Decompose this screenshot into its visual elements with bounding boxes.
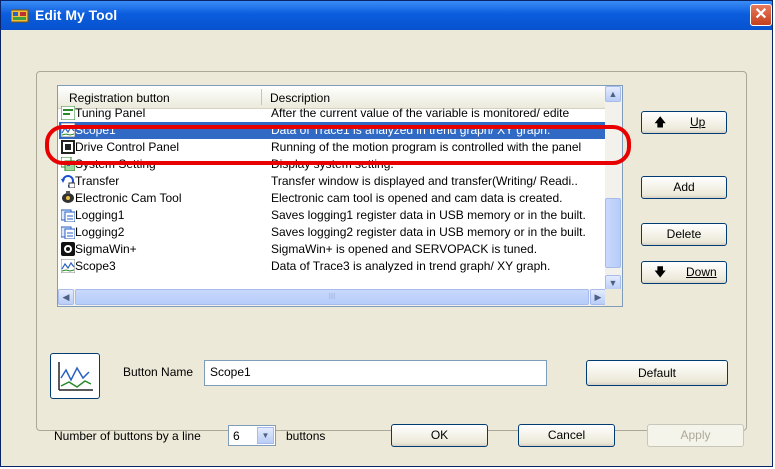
list-item[interactable]: SigmaWin+ SigmaWin+ is opened and SERVOP… <box>59 241 605 258</box>
delete-button[interactable]: Delete <box>641 223 727 246</box>
list-item[interactable]: Electronic Cam Tool Electronic cam tool … <box>59 190 605 207</box>
list-item-name: System Setting <box>75 157 156 171</box>
add-label: Add <box>673 180 695 194</box>
button-name-input[interactable]: Scope1 <box>204 360 547 386</box>
apply-button[interactable]: Apply <box>647 424 744 447</box>
horizontal-scrollbar[interactable]: ◀ III ▶ <box>58 289 606 306</box>
list-item-description: Saves logging2 register data in USB memo… <box>271 225 586 239</box>
chevron-down-icon: ▼ <box>261 431 270 440</box>
chevron-right-icon: ▶ <box>594 292 602 302</box>
list-item[interactable]: Logging2 Saves logging2 register data in… <box>59 224 605 241</box>
scope-icon <box>61 259 75 273</box>
vertical-scrollbar[interactable]: ▲ ▼ <box>605 86 622 291</box>
list-item-description: SigmaWin+ is opened and SERVOPACK is tun… <box>271 242 538 256</box>
down-label: Down <box>686 265 717 279</box>
down-button[interactable]: 🡇 Down <box>641 261 727 284</box>
scope-preview-icon <box>58 362 93 391</box>
cancel-button[interactable]: Cancel <box>518 424 615 447</box>
list-item[interactable]: Logging1 Saves logging1 register data in… <box>59 207 605 224</box>
up-button[interactable]: 🡅 Up <box>641 111 727 134</box>
list-item[interactable]: Transfer Transfer window is displayed an… <box>59 173 605 190</box>
button-name-value: Scope1 <box>210 365 251 379</box>
list-item-description: Display system setting. <box>271 157 394 171</box>
vertical-scroll-thumb[interactable] <box>605 198 621 268</box>
buttons-suffix-label: buttons <box>286 429 326 443</box>
list-item-description: Running of the motion program is control… <box>271 140 582 154</box>
cam-tool-icon <box>62 191 74 203</box>
delete-label: Delete <box>666 227 702 241</box>
system-setting-icon <box>61 157 75 171</box>
button-preview[interactable] <box>50 353 100 399</box>
buttons-per-line-select[interactable]: 6 ▼ <box>228 425 276 446</box>
scroll-right-button[interactable]: ▶ <box>590 289 606 305</box>
scroll-corner <box>605 289 622 306</box>
dialog-window: Edit My Tool ✕ Registration button Descr… <box>0 0 773 467</box>
chevron-up-icon: ▲ <box>608 89 618 99</box>
list-item[interactable]: System Setting Display system setting. <box>59 156 605 173</box>
dropdown-button[interactable]: ▼ <box>257 427 274 444</box>
list-item-name: Logging1 <box>75 208 125 222</box>
arrow-up-icon: 🡅 <box>654 115 667 129</box>
sigmawin-icon <box>61 242 75 256</box>
registration-list[interactable]: Registration button Description Tuning P… <box>57 85 623 307</box>
list-item-selected[interactable]: Scope1 Data of Trace1 is analyzed in tre… <box>59 122 605 139</box>
list-item-name: Scope1 <box>75 123 116 137</box>
list-item-name: Tuning Panel <box>75 106 146 120</box>
toolbox-icon <box>11 9 29 23</box>
list-item-description: Transfer window is displayed and transfe… <box>271 174 578 188</box>
list-item[interactable]: Scope3 Data of Trace3 is analyzed in tre… <box>59 258 605 275</box>
close-icon: ✕ <box>754 6 768 23</box>
logging-icon <box>61 226 75 239</box>
cancel-label: Cancel <box>547 428 586 442</box>
list-item-description: Saves logging1 register data in USB memo… <box>271 208 586 222</box>
column-header-description[interactable]: Description <box>270 91 330 105</box>
drive-control-icon <box>61 140 75 154</box>
up-label: Up <box>690 115 706 129</box>
list-item-description: Electronic cam tool is opened and cam da… <box>271 191 563 205</box>
close-button[interactable]: ✕ <box>750 4 772 26</box>
add-button[interactable]: Add <box>641 176 727 199</box>
list-item-name: Transfer <box>75 174 120 188</box>
tuning-panel-icon <box>61 106 75 120</box>
list-item-name: Drive Control Panel <box>75 140 180 154</box>
window-title: Edit My Tool <box>35 7 118 23</box>
ok-button[interactable]: OK <box>391 424 488 447</box>
chevron-left-icon: ◀ <box>62 292 70 302</box>
scroll-left-button[interactable]: ◀ <box>58 289 74 305</box>
default-label: Default <box>637 366 677 380</box>
list-item-name: SigmaWin+ <box>75 242 137 256</box>
list-item[interactable]: Tuning Panel After the current value of … <box>59 105 605 122</box>
list-item-description: Data of Trace3 is analyzed in trend grap… <box>271 259 551 273</box>
buttons-per-line-label: Number of buttons by a line <box>54 429 201 443</box>
apply-label: Apply <box>680 428 711 442</box>
scroll-up-button[interactable]: ▲ <box>605 86 621 102</box>
list-item-description: After the current value of the variable … <box>271 106 570 120</box>
title-bar[interactable]: Edit My Tool ✕ <box>1 1 772 30</box>
list-item-name: Scope3 <box>75 259 116 273</box>
list-item-description: Data of Trace1 is analyzed in trend grap… <box>271 123 551 137</box>
list-item-name: Logging2 <box>75 225 125 239</box>
column-divider[interactable] <box>261 89 262 105</box>
chevron-down-icon: ▼ <box>608 278 618 288</box>
horizontal-scroll-thumb[interactable]: III <box>75 289 589 305</box>
list-item-name: Electronic Cam Tool <box>75 191 182 205</box>
transfer-icon <box>61 175 75 188</box>
list-item[interactable]: Drive Control Panel Running of the motio… <box>59 139 605 156</box>
buttons-per-line-value: 6 <box>233 429 240 443</box>
arrow-down-icon: 🡇 <box>654 265 667 279</box>
scope-icon <box>61 123 75 137</box>
ok-label: OK <box>430 428 449 442</box>
logging-icon <box>61 209 75 222</box>
button-name-label: Button Name <box>123 365 194 379</box>
scroll-grip: III <box>328 292 336 301</box>
column-header-registration[interactable]: Registration button <box>69 91 170 105</box>
default-button[interactable]: Default <box>586 360 728 386</box>
